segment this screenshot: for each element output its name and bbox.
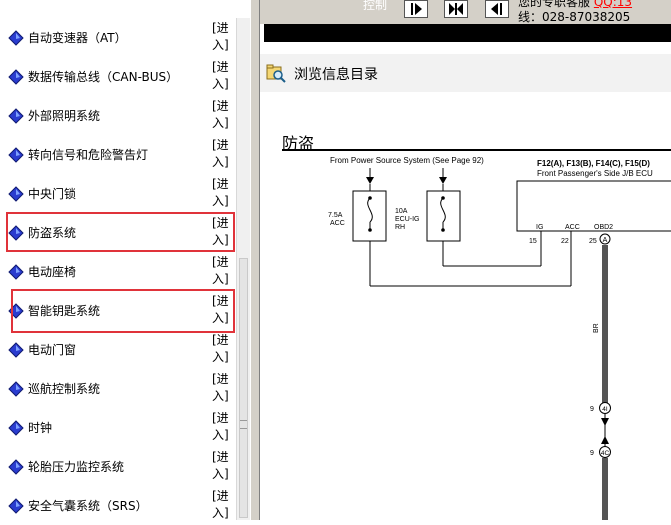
enter-link[interactable]: [进入] (212, 176, 232, 210)
enter-link[interactable]: [进入] (212, 371, 232, 405)
diamond-icon (8, 108, 24, 124)
sidebar-item[interactable]: 中央门锁 [进入] (0, 174, 236, 213)
diamond-icon (8, 498, 24, 514)
wiring-diagram-page: 防盗 From Power Source System (See Page 92… (260, 92, 671, 520)
cavity-9-top: 9 (590, 406, 594, 413)
sidebar-scrollbar[interactable] (236, 18, 251, 520)
pin-obd2-label: OBD2 (594, 224, 613, 231)
fuse-ecu-ig-rh (426, 168, 461, 266)
diamond-icon (8, 69, 24, 85)
sidebar-item[interactable]: 巡航控制系统 [进入] (0, 369, 236, 408)
sidebar-item[interactable]: 安全气囊系统（SRS） [进入] (0, 486, 236, 525)
sidebar-item[interactable]: 时钟 [进入] (0, 408, 236, 447)
connector-4c-label: 4C (601, 450, 610, 457)
enter-link[interactable]: [进入] (212, 59, 232, 93)
sidebar-item-label: 数据传输总线（CAN-BUS） (28, 70, 179, 84)
obd2-wire (602, 245, 608, 405)
nav-button-forward[interactable] (404, 0, 428, 18)
power-source-note: From Power Source System (See Page 92) (330, 156, 484, 165)
enter-link[interactable]: [进入] (212, 137, 232, 171)
pin-acc-label: ACC (565, 224, 580, 231)
enter-link[interactable]: [进入] (212, 20, 232, 54)
sidebar-item-label: 转向信号和危险警告灯 (28, 148, 149, 162)
wiring-diagram: From Power Source System (See Page 92) F… (328, 156, 671, 520)
nav-button-step[interactable] (444, 0, 468, 18)
fuse-ecu-amps: 10A (395, 208, 408, 215)
fuse-ecu-name1: ECU-IG (395, 216, 420, 223)
sidebar-item[interactable]: 数据传输总线（CAN-BUS） [进入] (0, 57, 236, 96)
enter-link[interactable]: [进入] (212, 332, 232, 366)
enter-link[interactable]: [进入] (212, 254, 232, 288)
browse-directory-icon (266, 64, 286, 83)
sidebar-item-label: 巡航控制系统 (28, 382, 101, 396)
highlight-box-smart-key (11, 289, 235, 333)
ecu-name: Front Passenger's Side J/B ECU (537, 169, 653, 178)
highlight-box-anti-theft (6, 212, 235, 252)
nav-button-back[interactable] (485, 0, 509, 18)
fuse-acc (352, 168, 387, 286)
sidebar-list: 自动变速器（AT） [进入] 数据传输总线（CAN-BUS） [进入] 外部照明系统 [进… (0, 18, 236, 520)
sidebar-item[interactable]: 外部照明系统 [进入] (0, 96, 236, 135)
scrollbar-grip (240, 420, 247, 429)
pin-15: 15 (529, 238, 537, 245)
browse-bar: 浏览信息目录 (260, 54, 671, 93)
pane-splitter[interactable] (250, 0, 260, 520)
sidebar-item[interactable]: 电动座椅 [进入] (0, 252, 236, 291)
top-toolbar: 控制 您的专职客服 QQ:13 线：028-87038205 (260, 0, 671, 24)
diamond-icon (8, 186, 24, 202)
sidebar-item-label: 中央门锁 (28, 187, 77, 201)
diamond-icon (8, 147, 24, 163)
sidebar-item-label: 电动座椅 (28, 265, 77, 279)
step-icon (449, 3, 463, 15)
connector-4i-label: 4I (602, 406, 608, 413)
sidebar-item-label: 自动变速器（AT） (28, 31, 127, 45)
header-black-bar (264, 24, 671, 42)
scrollbar-thumb[interactable] (239, 258, 248, 518)
enter-link[interactable]: [进入] (212, 488, 232, 522)
sidebar-item-label: 轮胎压力监控系统 (28, 460, 125, 474)
fuse-acc-name: ACC (330, 220, 345, 227)
ecu-connector-header: F12(A), F13(B), F14(C), F15(D) (537, 159, 650, 168)
sidebar-item[interactable]: 自动变速器（AT） [进入] (0, 18, 236, 57)
enter-link[interactable]: [进入] (212, 449, 232, 483)
sidebar-item-label: 电动门窗 (28, 343, 77, 357)
obd2-wire-lower (602, 458, 608, 520)
control-label: 控制 (363, 0, 388, 12)
hotline-text: 线：028-87038205 (518, 10, 631, 24)
play-right-icon (411, 3, 422, 15)
diamond-icon (8, 381, 24, 397)
play-left-icon (491, 3, 502, 15)
enter-link[interactable]: [进入] (212, 98, 232, 132)
enter-link[interactable]: [进入] (212, 410, 232, 444)
fuse-ecu-name2: RH (395, 224, 405, 231)
diamond-icon (8, 420, 24, 436)
diamond-icon (8, 459, 24, 475)
fuse-acc-amps: 7.5A (328, 212, 343, 219)
diamond-icon (8, 264, 24, 280)
pin-ig-label: IG (536, 224, 543, 231)
sidebar-item[interactable]: 电动门窗 [进入] (0, 330, 236, 369)
connector-joint-arrows (601, 414, 609, 446)
connector-a-label: A (603, 237, 608, 244)
sidebar-item-label: 时钟 (28, 421, 53, 435)
diamond-icon (8, 342, 24, 358)
cavity-9-bottom: 9 (590, 450, 594, 457)
sidebar-item[interactable]: 转向信号和危险警告灯 [进入] (0, 135, 236, 174)
diamond-icon (8, 30, 24, 46)
sidebar-item[interactable]: 轮胎压力监控系统 [进入] (0, 447, 236, 486)
browse-title: 浏览信息目录 (294, 67, 378, 83)
pin-25: 25 (589, 238, 597, 245)
sidebar-item-label: 外部照明系统 (28, 109, 101, 123)
sidebar-item-label: 安全气囊系统（SRS） (28, 499, 148, 513)
wire-color-label: BR (593, 323, 600, 333)
pin-22: 22 (561, 238, 569, 245)
